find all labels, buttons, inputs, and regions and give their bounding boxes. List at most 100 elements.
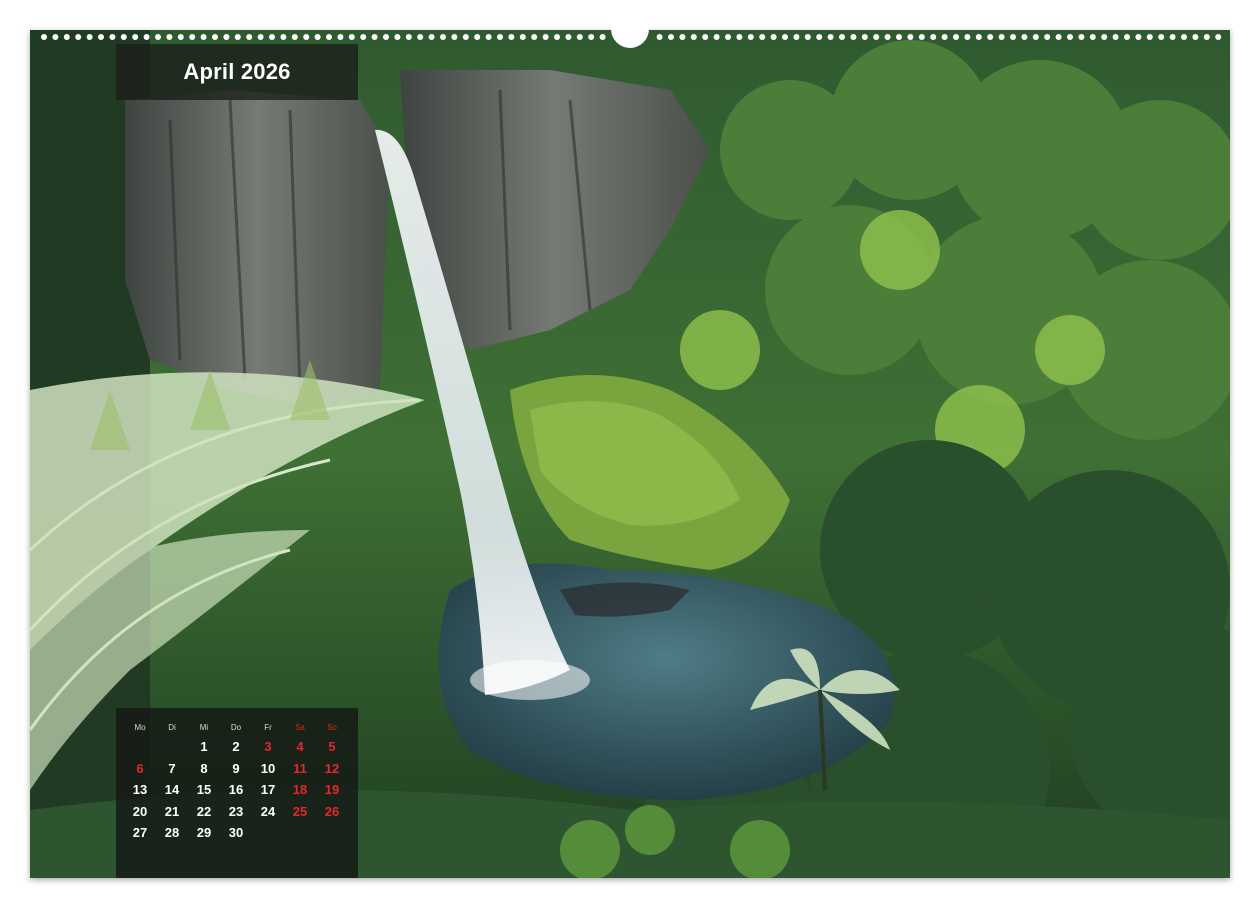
binding-hole bbox=[930, 34, 937, 40]
day-cell: 12 bbox=[324, 760, 340, 776]
binding-hole bbox=[839, 34, 845, 40]
binding-hole bbox=[314, 34, 321, 40]
binding-hole bbox=[1124, 34, 1130, 40]
day-cell bbox=[156, 736, 188, 758]
binding-hole bbox=[599, 34, 606, 40]
day-cell: 3 bbox=[264, 739, 272, 754]
day-cell: 13 bbox=[132, 782, 148, 797]
day-cell: 20 bbox=[132, 803, 148, 819]
binding-hole bbox=[907, 34, 914, 40]
binding-hole bbox=[348, 34, 355, 40]
calendar-grid: Mo Di Mi Do Fr Sa So 1 2 3 4 5 6 7 8 9 10 11 12 13 14 15 16 17 1… bbox=[124, 720, 352, 844]
binding-hole bbox=[394, 34, 401, 40]
binding-hole bbox=[63, 34, 70, 40]
weekday-header: Di bbox=[168, 723, 176, 732]
binding-hole bbox=[747, 34, 754, 40]
binding-hole bbox=[189, 34, 196, 40]
weekday-header: Mi bbox=[199, 723, 209, 732]
binding-hole bbox=[474, 34, 481, 40]
binding-hole bbox=[155, 34, 161, 40]
binding-hole bbox=[884, 34, 891, 40]
binding-hole bbox=[690, 34, 697, 40]
day-cell: 26 bbox=[324, 803, 340, 819]
month-title: April 2026 bbox=[183, 59, 291, 84]
day-cell: 25 bbox=[292, 803, 308, 819]
weekday-header: Mo bbox=[134, 723, 146, 732]
day-cell: 8 bbox=[200, 760, 208, 776]
binding-hole bbox=[417, 34, 424, 40]
binding-hole bbox=[132, 34, 139, 40]
binding-hole bbox=[1215, 34, 1222, 40]
binding-hole bbox=[998, 34, 1005, 40]
binding-hole bbox=[1112, 34, 1119, 40]
binding-hole bbox=[987, 34, 994, 40]
month-calendar: Mo Di Mi Do Fr Sa So 1 2 3 4 5 6 7 8 9 10 11 12 13 14 15 16 17 1… bbox=[116, 708, 358, 878]
day-cell: 30 bbox=[228, 825, 244, 840]
binding-hole bbox=[918, 34, 925, 40]
weekday-header: Fr bbox=[264, 723, 272, 732]
binding-hole bbox=[1078, 34, 1085, 40]
day-cell: 28 bbox=[164, 825, 180, 840]
binding-hole bbox=[109, 34, 116, 40]
binding-hole bbox=[554, 34, 560, 40]
binding-hole bbox=[656, 34, 663, 40]
binding-hole bbox=[462, 34, 469, 40]
weekday-header: Do bbox=[230, 723, 242, 732]
binding-hole bbox=[223, 34, 230, 40]
binding-hole bbox=[405, 34, 412, 40]
binding-hole bbox=[86, 34, 93, 40]
binding-hole bbox=[1055, 34, 1062, 40]
day-cell bbox=[252, 822, 284, 844]
day-cell bbox=[284, 822, 316, 844]
binding-hole bbox=[782, 34, 788, 40]
binding-hole bbox=[383, 34, 389, 40]
binding-hole bbox=[360, 34, 367, 40]
binding-hole bbox=[770, 34, 777, 40]
binding-hole bbox=[303, 34, 310, 40]
day-cell: 27 bbox=[132, 825, 148, 840]
binding-hole bbox=[98, 34, 104, 40]
day-cell: 23 bbox=[228, 803, 244, 819]
binding-hole bbox=[497, 34, 503, 40]
binding-hole bbox=[1146, 34, 1153, 40]
binding-hole bbox=[1181, 34, 1187, 40]
binding-hole bbox=[542, 34, 549, 40]
binding-hole bbox=[1203, 34, 1210, 40]
binding-hole bbox=[964, 34, 971, 40]
binding-hole bbox=[75, 34, 82, 40]
binding-hole bbox=[1158, 34, 1165, 40]
binding-hole bbox=[234, 34, 241, 40]
binding-hole bbox=[531, 34, 538, 40]
binding-hole bbox=[1135, 34, 1142, 40]
binding-hole bbox=[291, 34, 298, 40]
binding-hole bbox=[257, 34, 264, 40]
day-cell: 9 bbox=[232, 760, 240, 776]
binding-hole bbox=[1021, 34, 1028, 40]
binding-hole bbox=[588, 34, 595, 40]
binding-hole bbox=[52, 34, 59, 40]
binding-hole bbox=[816, 34, 823, 40]
binding-hole bbox=[736, 34, 743, 40]
binding-hole bbox=[1067, 34, 1073, 40]
binding-hole bbox=[120, 34, 127, 40]
day-cell: 21 bbox=[164, 803, 180, 819]
binding-hole bbox=[804, 34, 811, 40]
month-header: April 2026 bbox=[116, 44, 358, 100]
binding-hole bbox=[440, 34, 446, 40]
day-cell bbox=[316, 822, 348, 844]
weekday-header: Sa bbox=[295, 723, 305, 732]
binding-hole bbox=[1169, 34, 1176, 40]
binding-hole bbox=[143, 34, 150, 40]
day-cell: 1 bbox=[200, 739, 208, 754]
binding-hole bbox=[269, 34, 275, 40]
day-cell: 17 bbox=[260, 782, 276, 797]
binding-hole bbox=[326, 34, 332, 40]
day-cell: 24 bbox=[260, 803, 276, 819]
binding-hole bbox=[177, 34, 184, 40]
binding-hole bbox=[1089, 34, 1096, 40]
binding-hole bbox=[941, 34, 948, 40]
binding-hole bbox=[428, 34, 435, 40]
binding-hole bbox=[713, 34, 720, 40]
day-cell: 5 bbox=[328, 739, 336, 754]
binding-hole bbox=[451, 34, 458, 40]
